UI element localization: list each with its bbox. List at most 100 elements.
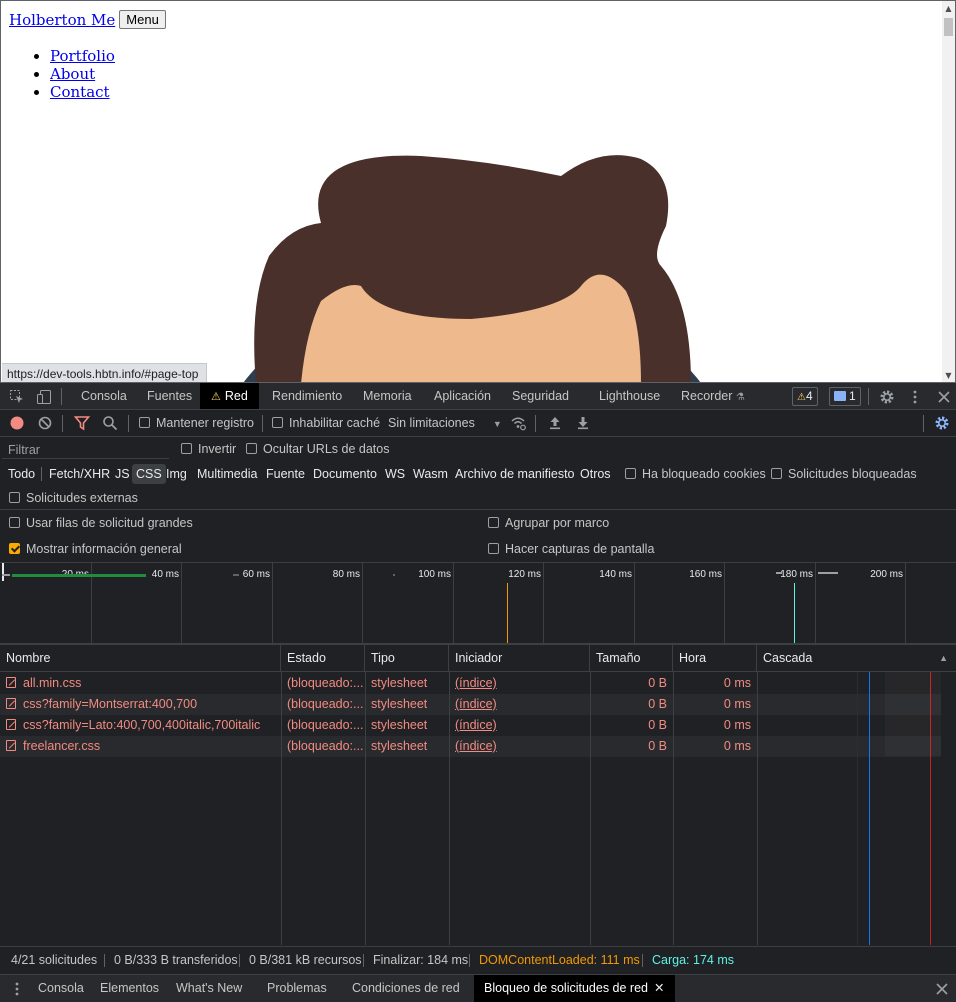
inspect-element-icon[interactable] [9, 389, 25, 405]
column-header-hora[interactable]: Hora [673, 645, 757, 672]
messages-badge[interactable]: 1 [829, 387, 861, 406]
nav-link-portfolio[interactable]: Portfolio [50, 47, 115, 65]
download-icon[interactable] [575, 415, 591, 431]
tab-memoria[interactable]: Memoria [352, 383, 423, 409]
tab-rendimiento[interactable]: Rendimiento [261, 383, 353, 409]
show-overview-checkbox[interactable]: Mostrar información general [9, 536, 182, 562]
type-filter-js[interactable]: JS [111, 464, 134, 484]
menu-button[interactable]: Menu [119, 10, 166, 29]
drawer-menu-icon[interactable] [9, 981, 25, 997]
type-filter-fetch-xhr[interactable]: Fetch/XHR [45, 464, 114, 484]
overview-bar [776, 572, 782, 574]
close-tab-icon[interactable]: ✕ [654, 981, 664, 995]
timeline-overview[interactable]: 20 ms 40 ms 60 ms 80 ms 100 ms 120 ms 14… [0, 563, 956, 644]
type-filter-css[interactable]: CSS [132, 464, 166, 484]
column-divider [365, 672, 366, 945]
clear-icon[interactable] [37, 415, 53, 431]
tab-aplicacion[interactable]: Aplicación [423, 383, 502, 409]
summary-requests: 4/21 solicitudes [11, 953, 98, 967]
drawer-tab-condiciones-de-red[interactable]: Condiciones de red [342, 975, 470, 1002]
blocked-cookies-checkbox[interactable]: Ha bloqueado cookies [625, 461, 766, 487]
cell-initiator: (índice) [449, 736, 590, 757]
drawer-tab-bloqueo-de-solicitudes[interactable]: Bloqueo de solicitudes de red ✕ [474, 975, 675, 1002]
initiator-link[interactable]: (índice) [455, 676, 497, 690]
invert-checkbox[interactable]: Invertir [181, 436, 236, 462]
drawer-tab-elementos[interactable]: Elementos [90, 975, 169, 1002]
gear-icon[interactable] [879, 389, 895, 405]
upload-icon[interactable] [547, 415, 563, 431]
warnings-badge[interactable]: ⚠4 [792, 387, 818, 406]
checkbox-box [181, 443, 192, 454]
more-options-icon[interactable] [907, 389, 923, 405]
throttling-select[interactable]: Sin limitaciones ▼ [388, 410, 502, 436]
column-header-tipo[interactable]: Tipo [365, 645, 449, 672]
hide-data-urls-checkbox[interactable]: Ocultar URLs de datos [246, 436, 389, 462]
blocked-requests-checkbox[interactable]: Solicitudes bloqueadas [771, 461, 917, 487]
type-filter-otros[interactable]: Otros [576, 464, 615, 484]
tab-red[interactable]: ⚠ Red [200, 383, 259, 409]
column-header-cascada[interactable]: Cascada ▲ [757, 645, 956, 672]
table-row[interactable]: freelancer.css (bloqueado:... stylesheet… [0, 736, 941, 757]
table-row[interactable]: css?family=Montserrat:400,700 (bloqueado… [0, 694, 941, 715]
disable-cache-checkbox[interactable]: Inhabilitar caché [272, 410, 380, 436]
drawer-tab-consola[interactable]: Consola [28, 975, 94, 1002]
initiator-link[interactable]: (índice) [455, 697, 497, 711]
initiator-link[interactable]: (índice) [455, 739, 497, 753]
type-filter-wasm[interactable]: Wasm [409, 464, 452, 484]
screenshots-checkbox[interactable]: Hacer capturas de pantalla [488, 536, 654, 562]
filter-input[interactable] [2, 441, 169, 459]
initiator-link[interactable]: (índice) [455, 718, 497, 732]
cell-type: stylesheet [371, 739, 428, 753]
external-requests-checkbox[interactable]: Solicitudes externas [9, 485, 138, 511]
type-filter-ws[interactable]: WS [381, 464, 409, 484]
type-filter-documento[interactable]: Documento [309, 464, 381, 484]
network-conditions-icon[interactable] [510, 415, 526, 431]
checkbox-box [488, 543, 499, 554]
network-settings-gear-icon[interactable] [934, 415, 950, 431]
tab-consola[interactable]: Consola [70, 383, 138, 409]
nav-link-contact[interactable]: Contact [50, 83, 110, 101]
table-row[interactable]: all.min.css (bloqueado:... stylesheet (í… [0, 673, 941, 694]
type-filter-img[interactable]: Img [162, 464, 191, 484]
tab-recorder[interactable]: Recorder ⚗ [670, 383, 756, 409]
table-row[interactable]: css?family=Lato:400,700,400italic,700ita… [0, 715, 941, 736]
request-name: all.min.css [23, 676, 82, 690]
scroll-down-icon[interactable]: ▼ [942, 369, 955, 382]
device-toolbar-icon[interactable] [36, 389, 52, 405]
column-header-nombre[interactable]: Nombre [0, 645, 281, 672]
cell-type: stylesheet [371, 676, 428, 690]
drawer-tabbar: Consola Elementos What's New Problemas C… [0, 974, 956, 1002]
grid-line [815, 563, 816, 643]
grid-line [362, 563, 363, 643]
page-scrollbar[interactable]: ▲ ▼ [942, 1, 955, 382]
drawer-tab-whats-new[interactable]: What's New [166, 975, 252, 1002]
drawer-tab-problemas[interactable]: Problemas [257, 975, 337, 1002]
search-icon[interactable] [102, 415, 118, 431]
close-icon[interactable] [936, 389, 952, 405]
nav-link-about[interactable]: About [50, 65, 95, 83]
scrollbar-thumb[interactable] [944, 18, 953, 36]
column-header-iniciador[interactable]: Iniciador [449, 645, 590, 672]
close-drawer-icon[interactable] [934, 981, 950, 997]
large-rows-checkbox[interactable]: Usar filas de solicitud grandes [9, 510, 193, 536]
preserve-log-checkbox[interactable]: Mantener registro [139, 410, 254, 436]
tab-fuentes[interactable]: Fuentes [136, 383, 203, 409]
brand-link[interactable]: Holberton Me [9, 11, 115, 29]
column-header-tamano[interactable]: Tamaño [590, 645, 673, 672]
type-filter-manifest[interactable]: Archivo de manifiesto [451, 464, 579, 484]
flask-icon: ⚗ [735, 392, 745, 403]
message-icon [834, 391, 846, 401]
cell-size: 0 B [648, 718, 667, 732]
tab-lighthouse[interactable]: Lighthouse [588, 383, 671, 409]
scroll-up-icon[interactable]: ▲ [942, 2, 955, 16]
tab-seguridad[interactable]: Seguridad [501, 383, 580, 409]
group-by-frame-checkbox[interactable]: Agrupar por marco [488, 510, 609, 536]
column-header-estado[interactable]: Estado [281, 645, 365, 672]
type-filter-todo[interactable]: Todo [4, 464, 39, 484]
filter-icon[interactable] [74, 415, 90, 431]
cell-name: css?family=Montserrat:400,700 [0, 694, 281, 715]
record-icon[interactable] [9, 415, 25, 431]
type-filter-multimedia[interactable]: Multimedia [193, 464, 261, 484]
summary-finish: Finalizar: 184 ms [373, 953, 469, 967]
type-filter-fuente[interactable]: Fuente [262, 464, 309, 484]
